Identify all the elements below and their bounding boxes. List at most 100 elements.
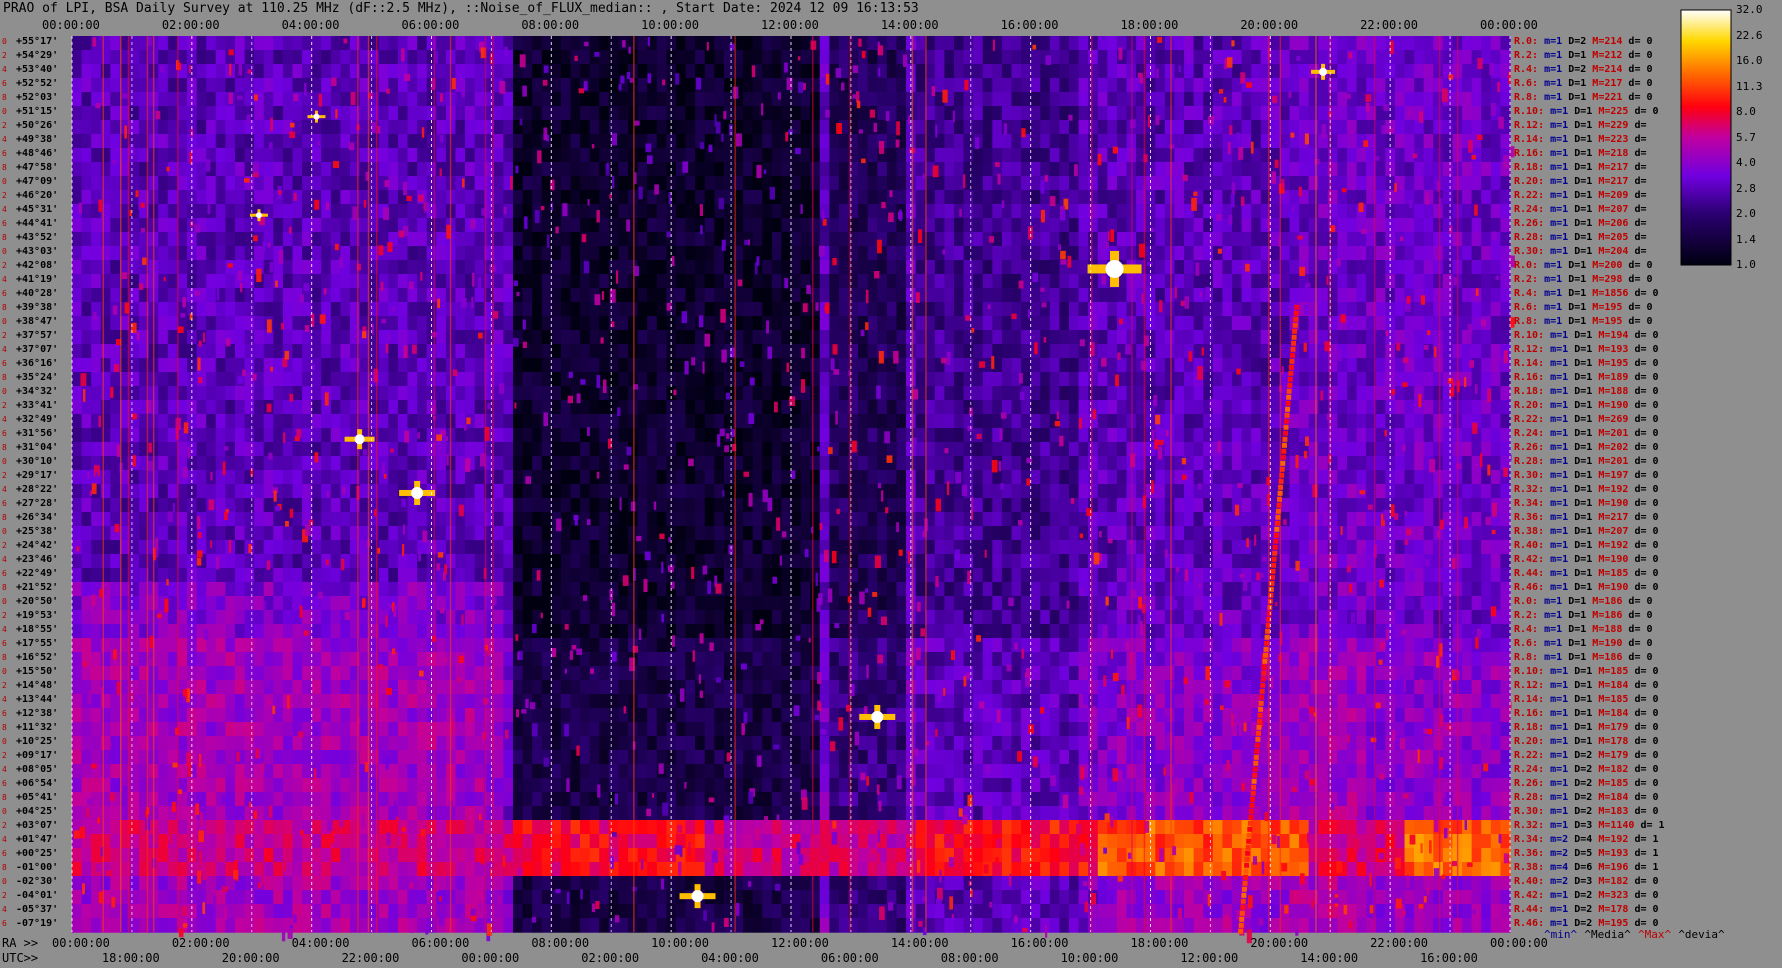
- stats-max: M=184: [1598, 792, 1635, 803]
- stats-row: R.16: m=1 D=1 M=189 d= 0: [1514, 372, 1659, 383]
- stats-row: R.44: m=1 D=1 M=185 d= 0: [1514, 568, 1659, 579]
- stats-max: M=185: [1598, 778, 1635, 789]
- declination-label: +51°15': [16, 106, 59, 117]
- stats-row-label: R.42:: [1514, 890, 1551, 901]
- stats-deviation: D=1: [1568, 92, 1593, 103]
- stats-min: m=1: [1550, 386, 1575, 397]
- stats-row-label: R.38:: [1514, 526, 1551, 537]
- stats-max: M=190: [1598, 582, 1635, 593]
- stats-min: m=1: [1550, 442, 1575, 453]
- stats-min: m=1: [1544, 610, 1569, 621]
- ra-time-tick: 18:00:00: [1130, 936, 1189, 950]
- stats-d: d=: [1634, 246, 1647, 257]
- top-time-tick: 12:00:00: [761, 18, 819, 32]
- stats-deviation: D=2: [1574, 806, 1599, 817]
- declination-index: 8: [2, 163, 7, 172]
- stats-min: m=1: [1550, 820, 1575, 831]
- stats-row-label: R.22:: [1514, 190, 1551, 201]
- stats-deviation: D=1: [1574, 176, 1599, 187]
- stats-row: R.8: m=1 D=1 M=195 d= 0: [1514, 316, 1653, 327]
- stats-row: R.14: m=1 D=1 M=223 d=: [1514, 134, 1646, 145]
- declination-index: 8: [2, 723, 7, 732]
- top-time-tick: 22:00:00: [1360, 18, 1418, 32]
- stats-min: m=1: [1550, 162, 1575, 173]
- ra-axis-label: RA >>: [2, 936, 39, 950]
- declination-index: 2: [2, 471, 7, 480]
- stats-deviation: D=2: [1568, 36, 1593, 47]
- declination-label: +26°34': [16, 512, 59, 523]
- stats-d: d= 0: [1628, 316, 1653, 327]
- stats-deviation: D=2: [1574, 778, 1599, 789]
- declination-index: 2: [2, 121, 7, 130]
- stats-row-label: R.26:: [1514, 778, 1551, 789]
- stats-min: m=1: [1544, 638, 1569, 649]
- stats-max: M=195: [1598, 358, 1635, 369]
- stats-d: d= 0: [1634, 554, 1659, 565]
- declination-label: +42°08': [16, 260, 59, 271]
- declination-label: +36°16': [16, 358, 59, 369]
- stats-max: M=193: [1598, 848, 1635, 859]
- stats-row-label: R.16:: [1514, 148, 1551, 159]
- declination-index: 0: [2, 37, 7, 46]
- stats-min: m=1: [1550, 456, 1575, 467]
- stats-max: M=298: [1592, 274, 1629, 285]
- declination-index: 6: [2, 499, 7, 508]
- stats-deviation: D=1: [1574, 218, 1599, 229]
- stats-max: M=178: [1598, 736, 1635, 747]
- stats-d: d= 0: [1628, 50, 1653, 61]
- stats-min: m=1: [1544, 260, 1569, 271]
- stats-row: R.40: m=2 D=3 M=182 d= 0: [1514, 876, 1659, 887]
- stats-min: m=1: [1544, 64, 1569, 75]
- stats-d: d= 0: [1628, 260, 1653, 271]
- stats-d: d= 0: [1628, 624, 1653, 635]
- stats-row-label: R.40:: [1514, 540, 1551, 551]
- stats-deviation: D=1: [1574, 246, 1599, 257]
- stats-max: M=192: [1598, 540, 1635, 551]
- stats-max: M=217: [1598, 162, 1635, 173]
- colorbar-tick: 4.0: [1736, 156, 1756, 169]
- stats-deviation: D=1: [1574, 442, 1599, 453]
- ra-time-tick: 22:00:00: [1370, 936, 1428, 950]
- stats-row-label: R.30:: [1514, 246, 1551, 257]
- stats-row: R.40: m=1 D=1 M=192 d= 0: [1514, 540, 1659, 551]
- declination-label: +25°38': [16, 526, 59, 537]
- stats-row: R.14: m=1 D=1 M=185 d= 0: [1514, 694, 1659, 705]
- stats-min: m=1: [1550, 750, 1575, 761]
- stats-min: m=1: [1550, 344, 1575, 355]
- stats-row: R.38: m=4 D=6 M=196 d= 1: [1514, 862, 1659, 873]
- declination-label: +39°38': [16, 302, 59, 313]
- stats-deviation: D=4: [1574, 834, 1599, 845]
- stats-row-label: R.34:: [1514, 834, 1551, 845]
- declination-label: +53°40': [16, 64, 59, 75]
- stats-row-label: R.46:: [1514, 582, 1551, 593]
- stats-row-label: R.14:: [1514, 358, 1551, 369]
- top-time-tick: 04:00:00: [281, 18, 340, 32]
- stats-max: M=217: [1598, 176, 1635, 187]
- colorbar-tick: 2.0: [1736, 207, 1756, 220]
- stats-min: m=1: [1550, 778, 1575, 789]
- stats-deviation: D=1: [1568, 638, 1593, 649]
- stats-deviation: D=1: [1574, 722, 1599, 733]
- stats-deviation: D=1: [1574, 470, 1599, 481]
- utc-time-tick: 14:00:00: [1300, 951, 1359, 965]
- stats-max: M=188: [1598, 386, 1635, 397]
- stats-min: m=1: [1550, 806, 1575, 817]
- stats-deviation: D=1: [1574, 484, 1599, 495]
- stats-max: M=217: [1592, 78, 1629, 89]
- declination-label: -02°30': [16, 876, 59, 887]
- stats-row: R.6: m=1 D=1 M=195 d= 0: [1514, 302, 1653, 313]
- top-time-tick: 16:00:00: [1000, 18, 1059, 32]
- declination-label: -05°37': [16, 904, 59, 915]
- stats-row: R.32: m=1 D=3 M=1140 d= 1: [1514, 820, 1665, 831]
- stats-deviation: D=1: [1574, 134, 1599, 145]
- declination-index: 8: [2, 233, 7, 242]
- declination-index: 2: [2, 611, 7, 620]
- stats-max: M=190: [1598, 400, 1635, 411]
- stats-d: d= 0: [1628, 274, 1653, 285]
- colorbar-tick: 2.8: [1736, 181, 1756, 195]
- stats-deviation: D=1: [1574, 148, 1599, 159]
- stats-d: d= 0: [1634, 288, 1659, 299]
- stats-min: m=1: [1544, 274, 1569, 285]
- stats-max: M=225: [1598, 106, 1635, 117]
- stats-row: R.34: m=2 D=4 M=192 d= 1: [1514, 834, 1659, 845]
